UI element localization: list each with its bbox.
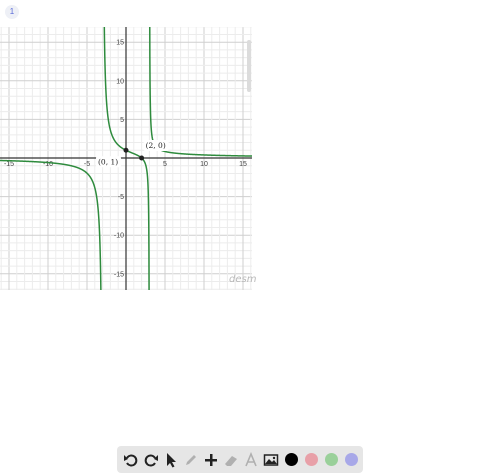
text-icon [245,451,257,466]
scrollbar[interactable] [247,40,251,92]
color-swatch-black[interactable] [284,453,298,466]
undo-button[interactable] [121,450,141,470]
image-icon [263,453,279,466]
plus-icon [205,453,217,466]
eraser-icon [225,455,237,466]
pointer-icon [167,452,176,467]
drawing-toolbar [117,446,363,473]
y-tick-label: 5 [120,117,124,124]
y-tick-label: -10 [114,233,124,240]
image-tool-button[interactable] [261,450,281,470]
pointer-tool-button[interactable] [161,450,181,470]
x-tick-label: 10 [200,161,208,168]
redo-icon [144,454,158,466]
pen-icon [186,454,196,465]
y-tick-label: 10 [116,78,124,85]
add-button[interactable] [201,450,221,470]
y-tick-label: -5 [118,194,124,201]
eraser-tool-button[interactable] [221,450,241,470]
graph-canvas[interactable]: -15 -10 -5 5 10 15 15 10 5 -5 -10 -15 (2, 0) (0, 1) [0,27,252,290]
graph-point [123,147,129,153]
graph-point [139,155,145,161]
desmos-watermark: desm [229,274,257,285]
x-tick-label: -15 [4,161,14,168]
x-tick-label: 15 [239,161,247,168]
page-number-badge[interactable]: 1 [5,5,19,19]
undo-icon [124,454,138,466]
y-tick-label: 15 [116,40,124,47]
y-tick-label: -15 [114,271,124,278]
point-label: (0, 1) [98,157,118,166]
color-swatch-purple[interactable] [344,453,358,466]
pen-tool-button[interactable] [181,450,201,470]
redo-button[interactable] [141,450,161,470]
point-label: (2, 0) [146,141,166,150]
graph-svg[interactable]: -15 -10 -5 5 10 1515105-5-10-15(2, 0)(0, 1) [0,27,252,290]
x-tick-label: 5 [163,161,167,168]
text-tool-button[interactable] [241,450,261,470]
color-swatch-pink[interactable] [304,453,318,466]
x-tick-label: -5 [84,161,90,168]
color-swatch-green[interactable] [324,453,338,466]
